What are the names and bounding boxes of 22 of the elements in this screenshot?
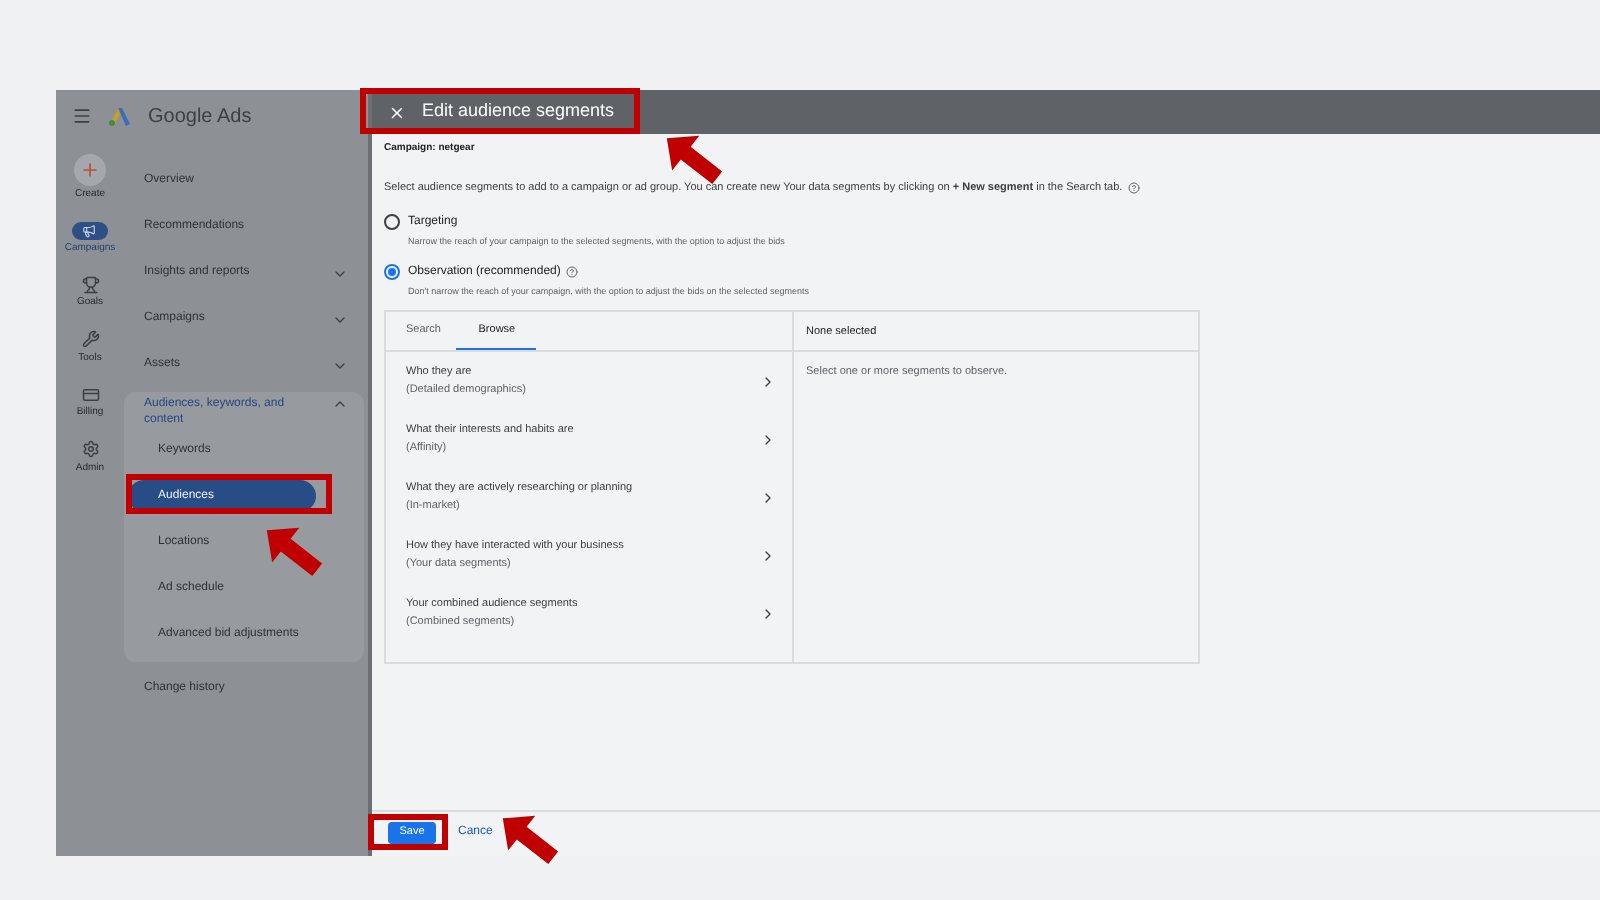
- card-icon: [80, 384, 100, 404]
- annotation-box: [368, 814, 448, 850]
- dialog-title: Edit audience segments: [422, 98, 615, 125]
- menu-icon[interactable]: [72, 106, 92, 126]
- create-button-icon: [74, 154, 106, 186]
- radio-button[interactable]: [384, 213, 400, 230]
- chevron-right-icon: [760, 431, 776, 448]
- chevron-right-icon: [760, 373, 776, 390]
- chevron-right-icon: [760, 547, 776, 564]
- logo-icon: [108, 106, 132, 126]
- help-icon[interactable]: [566, 266, 579, 278]
- trophy-icon: [80, 274, 100, 294]
- chevron-up-icon: [332, 396, 348, 412]
- megaphone-icon: [71, 221, 108, 239]
- app-name: Google Ads: [148, 103, 252, 131]
- chevron-right-icon: [760, 489, 776, 506]
- tools-icon: [80, 329, 100, 349]
- chevron-right-icon: [760, 605, 776, 622]
- close-icon[interactable]: [388, 103, 406, 121]
- help-icon[interactable]: [1128, 181, 1141, 194]
- radio-button[interactable]: [384, 263, 400, 279]
- gear-icon: [80, 439, 100, 459]
